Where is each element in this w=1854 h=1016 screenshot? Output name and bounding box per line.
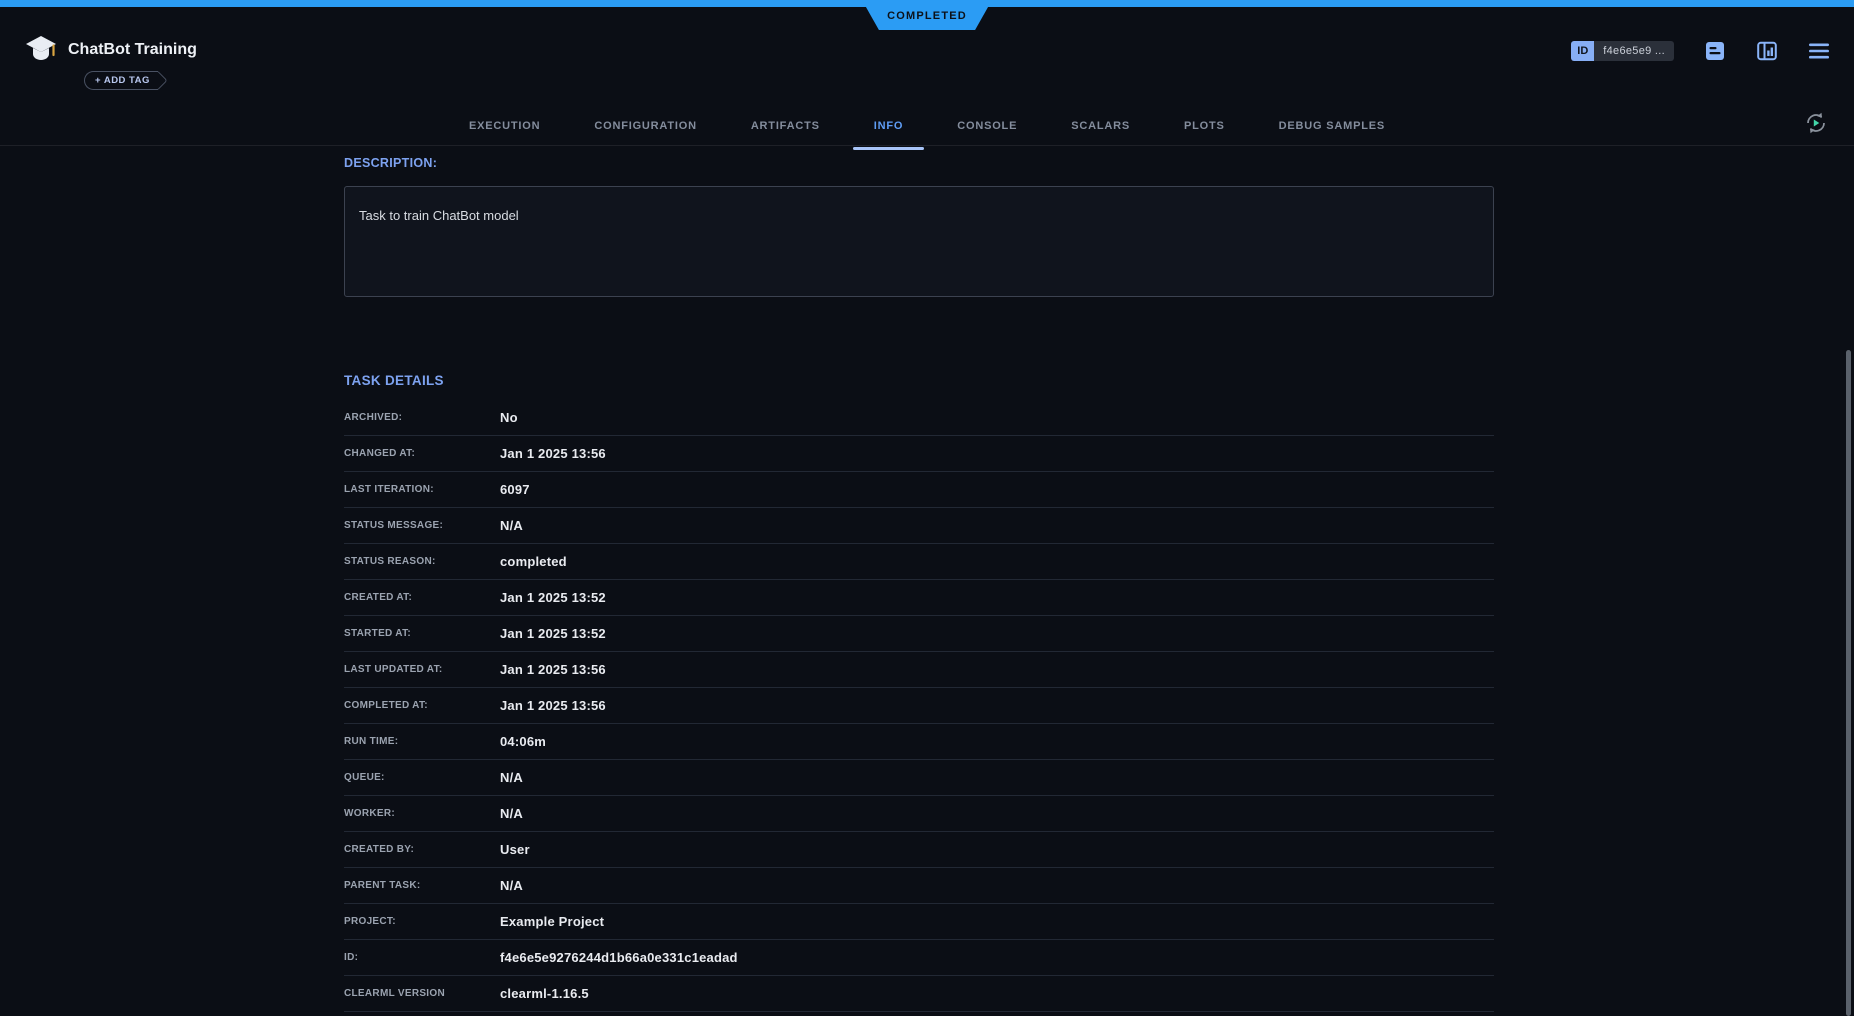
row-value: 6097 — [500, 482, 1494, 497]
row-label: COMPLETED AT: — [344, 700, 500, 711]
tab-label: ARTIFACTS — [751, 120, 820, 132]
table-row: LAST UPDATED AT: Jan 1 2025 13:56 — [344, 652, 1494, 688]
notes-icon[interactable] — [1704, 40, 1726, 62]
task-details-table: ARCHIVED: No CHANGED AT: Jan 1 2025 13:5… — [344, 400, 1494, 1012]
table-row: ID: f4e6e5e9276244d1b66a0e331c1eadad — [344, 940, 1494, 976]
id-badge-value: f4e6e5e9 ... — [1594, 41, 1674, 61]
table-row: WORKER: N/A — [344, 796, 1494, 832]
row-value: No — [500, 410, 1494, 425]
table-row: PARENT TASK: N/A — [344, 868, 1494, 904]
table-row: RUN TIME: 04:06m — [344, 724, 1494, 760]
tab[interactable]: CONSOLE — [930, 99, 1044, 153]
table-row: CREATED AT: Jan 1 2025 13:52 — [344, 580, 1494, 616]
tab[interactable]: ARTIFACTS — [724, 99, 847, 153]
tab-bar: EXECUTION CONFIGURATION ARTIFACTS INFO C… — [0, 99, 1854, 153]
row-value: clearml-1.16.5 — [500, 986, 1494, 1001]
row-label: CLEARML VERSION — [344, 988, 500, 999]
app-logo-icon — [25, 35, 59, 65]
row-value: User — [500, 842, 1494, 857]
tab-label: DEBUG SAMPLES — [1279, 120, 1385, 132]
row-label: STATUS REASON: — [344, 556, 500, 567]
row-label: WORKER: — [344, 808, 500, 819]
row-value: N/A — [500, 770, 1494, 785]
row-value: Jan 1 2025 13:56 — [500, 446, 1494, 461]
row-label: STARTED AT: — [344, 628, 500, 639]
description-textarea[interactable]: Task to train ChatBot model — [344, 186, 1494, 297]
table-row: STATUS REASON: completed — [344, 544, 1494, 580]
row-label: ID: — [344, 952, 500, 963]
table-row: LAST ITERATION: 6097 — [344, 472, 1494, 508]
tab[interactable]: INFO — [847, 99, 930, 153]
task-id-chip[interactable]: ID f4e6e5e9 ... — [1571, 41, 1674, 61]
tab-label: EXECUTION — [469, 120, 540, 132]
row-label: RUN TIME: — [344, 736, 500, 747]
tab-label: SCALARS — [1071, 120, 1130, 132]
row-label: ARCHIVED: — [344, 412, 500, 423]
tab[interactable]: CONFIGURATION — [567, 99, 723, 153]
header-actions: ID f4e6e5e9 ... — [1571, 40, 1830, 62]
panel-chart-icon[interactable] — [1756, 40, 1778, 62]
table-row: STARTED AT: Jan 1 2025 13:52 — [344, 616, 1494, 652]
row-value: 04:06m — [500, 734, 1494, 749]
vertical-scrollbar[interactable] — [1846, 350, 1851, 1016]
description-label: DESCRIPTION: — [344, 156, 1494, 170]
tab[interactable]: PLOTS — [1157, 99, 1252, 153]
table-row: CLEARML VERSION clearml-1.16.5 — [344, 976, 1494, 1012]
add-tag-label: + ADD TAG — [95, 75, 150, 86]
table-row: QUEUE: N/A — [344, 760, 1494, 796]
tab-label: CONSOLE — [957, 120, 1017, 132]
row-label: LAST ITERATION: — [344, 484, 500, 495]
row-label: CREATED AT: — [344, 592, 500, 603]
tab-label: PLOTS — [1184, 120, 1225, 132]
row-label: LAST UPDATED AT: — [344, 664, 500, 675]
table-row: STATUS MESSAGE: N/A — [344, 508, 1494, 544]
tab-label: INFO — [874, 120, 903, 132]
row-label: PROJECT: — [344, 916, 500, 927]
row-value: N/A — [500, 806, 1494, 821]
row-label: PARENT TASK: — [344, 880, 500, 891]
row-value: N/A — [500, 518, 1494, 533]
tab[interactable]: SCALARS — [1044, 99, 1157, 153]
row-value: Jan 1 2025 13:52 — [500, 626, 1494, 641]
add-tag-tip — [149, 71, 167, 89]
row-label: CHANGED AT: — [344, 448, 500, 459]
table-row: PROJECT: Example Project — [344, 904, 1494, 940]
row-label: CREATED BY: — [344, 844, 500, 855]
row-value: N/A — [500, 878, 1494, 893]
table-row: ARCHIVED: No — [344, 400, 1494, 436]
row-value: Jan 1 2025 13:56 — [500, 662, 1494, 677]
row-value: Example Project — [500, 914, 1494, 929]
status-badge-label: COMPLETED — [887, 8, 967, 22]
tab[interactable]: DEBUG SAMPLES — [1252, 99, 1412, 153]
id-badge-label: ID — [1571, 41, 1594, 61]
auto-refresh-icon[interactable] — [1800, 107, 1832, 139]
row-value: Jan 1 2025 13:56 — [500, 698, 1494, 713]
menu-icon[interactable] — [1808, 40, 1830, 62]
table-row: CHANGED AT: Jan 1 2025 13:56 — [344, 436, 1494, 472]
row-label: QUEUE: — [344, 772, 500, 783]
row-label: STATUS MESSAGE: — [344, 520, 500, 531]
status-badge: COMPLETED — [862, 0, 992, 30]
info-panel: DESCRIPTION: Task to train ChatBot model… — [344, 147, 1494, 1012]
row-value: f4e6e5e9276244d1b66a0e331c1eadad — [500, 950, 1494, 965]
page-title: ChatBot Training — [68, 41, 197, 59]
add-tag-button[interactable]: + ADD TAG — [84, 71, 158, 90]
row-value: Jan 1 2025 13:52 — [500, 590, 1494, 605]
table-row: CREATED BY: User — [344, 832, 1494, 868]
row-value: completed — [500, 554, 1494, 569]
tab[interactable]: EXECUTION — [442, 99, 567, 153]
tab-label: CONFIGURATION — [594, 120, 696, 132]
table-row: COMPLETED AT: Jan 1 2025 13:56 — [344, 688, 1494, 724]
task-details-title: TASK DETAILS — [344, 373, 1494, 388]
